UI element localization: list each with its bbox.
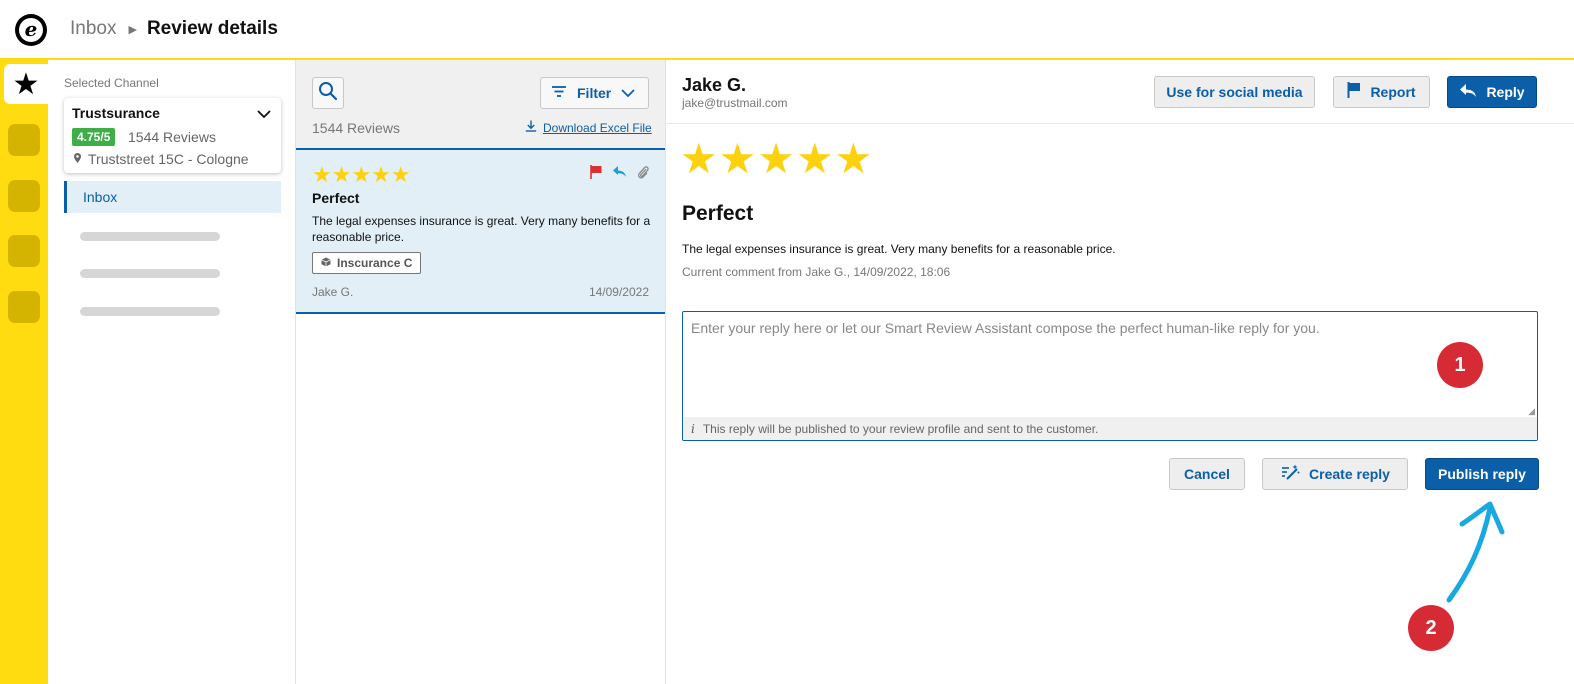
review-card-text: The legal expenses insurance is great. V…	[312, 214, 651, 244]
rating-badge: 4.75/5	[72, 128, 116, 146]
review-card[interactable]: ★★★★★ Perfect The legal expenses insuran…	[296, 148, 665, 314]
publish-reply-button[interactable]: Publish reply	[1425, 458, 1539, 490]
tag-icon	[321, 257, 331, 270]
rail-item-3[interactable]	[8, 235, 40, 267]
channel-selector[interactable]: Trustsurance 4.75/5 1544 Reviews Trustst…	[64, 98, 281, 173]
reply-icon	[1459, 83, 1477, 102]
location-pin-icon	[74, 153, 81, 166]
review-card-date: 14/09/2022	[588, 285, 649, 299]
annotation-marker-2: 2	[1408, 605, 1454, 651]
annotation-arrow-icon	[1446, 501, 1505, 603]
filter-button[interactable]: Filter	[540, 77, 649, 109]
filter-label: Filter	[577, 85, 612, 101]
review-list-header: Filter 1544 Reviews Download Excel File	[296, 60, 665, 148]
annotation-marker-1: 1	[1437, 342, 1483, 388]
breadcrumb-inbox-link[interactable]: Inbox	[70, 18, 116, 40]
product-tag: Inscurance C	[312, 252, 422, 274]
search-icon	[318, 81, 338, 106]
review-card-title: Perfect	[312, 190, 360, 206]
selected-channel-label: Selected Channel	[64, 76, 159, 90]
reply-label: Reply	[1486, 84, 1525, 100]
skeleton-placeholder	[80, 307, 220, 316]
chevron-down-icon	[621, 85, 635, 101]
info-icon: i	[691, 421, 695, 436]
top-bar: e Inbox ▶ Review details	[0, 0, 1574, 60]
search-button[interactable]	[312, 77, 344, 109]
review-meta: Current comment from Jake G., 14/09/2022…	[682, 265, 951, 279]
review-count: 1544 Reviews	[312, 120, 400, 136]
product-tag-label: Inscurance C	[337, 256, 413, 270]
use-for-social-media-button[interactable]: Use for social media	[1154, 76, 1315, 108]
rail-item-4[interactable]	[8, 291, 40, 323]
reviewer-email: jake@trustmail.com	[682, 96, 788, 110]
logo[interactable]: e	[15, 14, 47, 46]
star-icon[interactable]: ★	[4, 64, 48, 104]
create-reply-label: Create reply	[1309, 466, 1390, 482]
download-icon	[525, 120, 537, 135]
review-card-author: Jake G.	[312, 285, 354, 299]
create-reply-button[interactable]: Create reply	[1262, 458, 1408, 490]
skeleton-placeholder	[80, 232, 220, 241]
cancel-button[interactable]: Cancel	[1169, 458, 1245, 490]
attachment-icon	[637, 165, 649, 183]
app-rail: ★	[0, 60, 48, 684]
star-rating: ★★★★★	[680, 135, 874, 182]
rail-item-2[interactable]	[8, 180, 40, 212]
reply-info-note: i This reply will be published to your r…	[683, 417, 1537, 440]
use-for-social-media-label: Use for social media	[1166, 84, 1303, 100]
chevron-down-icon[interactable]	[257, 106, 271, 122]
logo-letter: e	[19, 18, 43, 42]
reply-icon	[612, 165, 627, 183]
sidebar: Selected Channel Trustsurance 4.75/5 154…	[48, 60, 296, 684]
download-excel-link[interactable]: Download Excel File	[525, 120, 652, 135]
review-text: The legal expenses insurance is great. V…	[682, 242, 1116, 256]
skeleton-placeholder	[80, 269, 220, 278]
flag-icon	[590, 165, 602, 183]
reply-editor: ◢ i This reply will be published to your…	[682, 311, 1538, 441]
filter-icon	[551, 85, 567, 101]
review-list-pane: Filter 1544 Reviews Download Excel File …	[296, 60, 666, 684]
breadcrumb: Inbox ▶ Review details	[70, 18, 278, 40]
resize-grip-icon[interactable]: ◢	[1528, 406, 1535, 417]
reply-note-text: This reply will be published to your rev…	[702, 421, 1099, 436]
review-title: Perfect	[682, 202, 754, 225]
page-title: Review details	[146, 18, 278, 39]
magic-wand-icon	[1280, 464, 1300, 484]
rail-item-1[interactable]	[8, 124, 40, 156]
review-status-icons	[590, 165, 649, 183]
channel-review-count: 1544 Reviews	[128, 129, 216, 145]
publish-reply-label: Publish reply	[1438, 466, 1526, 482]
reply-input[interactable]	[683, 312, 1537, 416]
download-label: Download Excel File	[543, 120, 652, 135]
review-detail-header: Jake G. jake@trustmail.com Use for socia…	[666, 60, 1574, 124]
breadcrumb-separator-icon: ▶	[128, 23, 137, 36]
flag-icon	[1347, 82, 1361, 102]
channel-address: Truststreet 15C - Cologne	[88, 151, 249, 167]
report-label: Report	[1370, 84, 1416, 100]
star-rating: ★★★★★	[312, 162, 411, 187]
channel-name: Trustsurance	[72, 105, 160, 121]
reviewer-name: Jake G.	[682, 75, 747, 95]
report-button[interactable]: Report	[1333, 76, 1430, 108]
sidebar-item-inbox[interactable]: Inbox	[64, 181, 281, 213]
cancel-label: Cancel	[1184, 466, 1230, 482]
reply-button[interactable]: Reply	[1447, 76, 1537, 108]
